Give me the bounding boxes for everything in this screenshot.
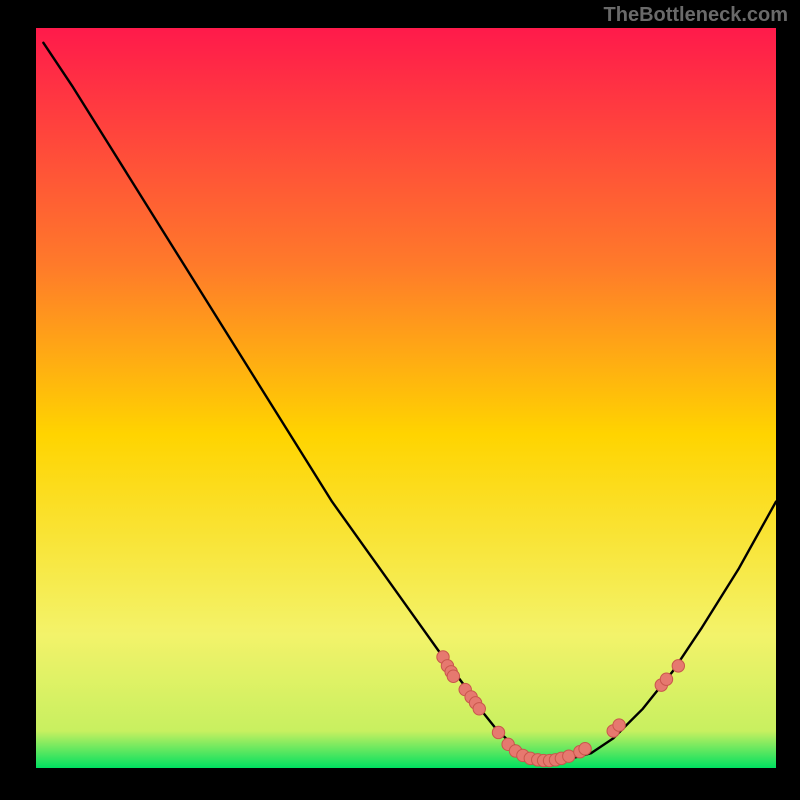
data-marker	[672, 660, 684, 672]
watermark-text: TheBottleneck.com	[604, 4, 788, 27]
data-marker	[473, 703, 485, 715]
data-marker	[579, 743, 591, 755]
data-marker	[492, 726, 504, 738]
chart-svg	[36, 28, 776, 768]
data-marker	[660, 673, 672, 685]
gradient-background	[36, 28, 776, 768]
data-marker	[613, 719, 625, 731]
chart-container: TheBottleneck.com	[0, 0, 800, 800]
data-marker	[563, 750, 575, 762]
data-marker	[447, 670, 459, 682]
plot-area	[36, 28, 776, 768]
